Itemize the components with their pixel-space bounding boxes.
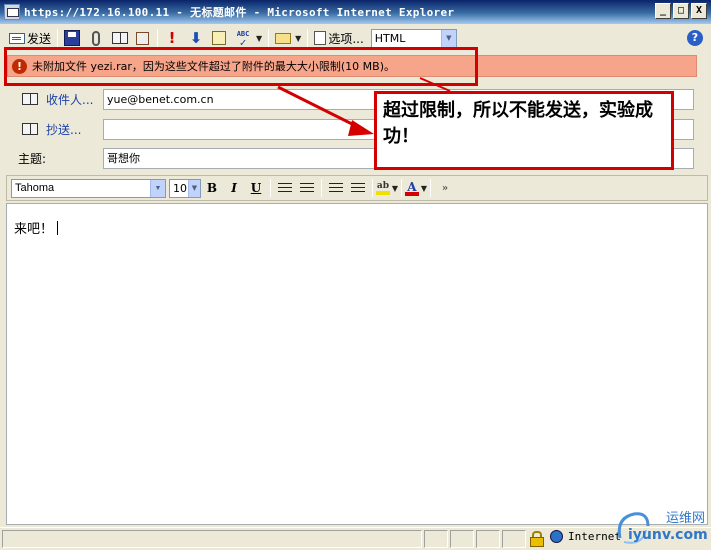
status-cell [502, 530, 526, 548]
format-select-value: HTML [374, 31, 406, 45]
save-button[interactable] [61, 27, 85, 49]
chevron-down-icon: ▼ [150, 179, 165, 197]
address-book-icon [22, 123, 38, 135]
window-controls: _ □ X [655, 3, 707, 19]
bullet-list-button[interactable] [274, 178, 296, 198]
toolbar-separator [268, 29, 270, 47]
cc-label: 抄送... [46, 122, 82, 137]
underline-button[interactable]: U [245, 178, 267, 198]
chevron-down-icon: ▼ [295, 33, 302, 43]
to-label: 收件人... [46, 92, 94, 107]
options-label: 选项... [328, 31, 364, 46]
format-toolbar: Tahoma ▼ 10 ▼ B I U ab ▼ A ▼ » [6, 175, 708, 201]
toolbar-separator [321, 179, 322, 197]
italic-button[interactable]: I [223, 178, 245, 198]
envelope-icon [275, 32, 292, 44]
message-body-editor[interactable]: 来吧！ [6, 203, 708, 525]
font-size-select[interactable]: 10 ▼ [169, 178, 201, 198]
title-bar: https://172.16.100.11 - 无标题邮件 - Microsof… [0, 0, 711, 24]
send-icon [9, 32, 25, 44]
font-color-icon: A [405, 180, 419, 196]
help-button[interactable]: ? [687, 30, 703, 46]
double-chevron-icon: » [441, 182, 449, 194]
increase-indent-button[interactable] [347, 178, 369, 198]
toolbar-separator [401, 179, 402, 197]
message-body-text: 来吧！ [14, 218, 59, 237]
paperclip-icon [92, 30, 101, 46]
watermark-url: iyunv.com [628, 527, 708, 543]
format-select[interactable]: HTML ▼ [370, 28, 457, 48]
close-button[interactable]: X [691, 3, 707, 19]
toolbar-separator [372, 179, 373, 197]
cc-label-button[interactable]: 抄送... [22, 121, 81, 138]
spelling-button[interactable]: ABC ▼ [231, 27, 265, 49]
highlight-button[interactable]: ab ▼ [376, 178, 398, 198]
outdent-icon [329, 182, 343, 194]
toolbar-separator [57, 29, 59, 47]
toolbar-separator [157, 29, 159, 47]
watermark-name: 运维网 [666, 511, 706, 526]
check-names-button[interactable] [133, 27, 154, 49]
chevron-down-icon: ▼ [420, 183, 427, 193]
note-icon [212, 31, 227, 45]
body-text-content: 来吧！ [14, 222, 54, 237]
status-cell [450, 530, 474, 548]
font-family-select[interactable]: Tahoma ▼ [11, 178, 166, 198]
to-label-button[interactable]: 收件人... [22, 91, 93, 108]
warning-highlight-box [4, 47, 478, 86]
toolbar-separator [270, 179, 271, 197]
indent-icon [351, 182, 365, 194]
more-options-button[interactable]: » [434, 178, 456, 198]
numbered-list-icon [300, 182, 314, 194]
address-book-button[interactable] [109, 27, 133, 49]
down-arrow-icon: ⬇ [189, 29, 203, 47]
send-label: 发送 [27, 31, 52, 46]
text-cursor [57, 221, 59, 235]
status-text-cell [2, 530, 422, 548]
globe-icon [550, 530, 563, 543]
font-size-value: 10 [173, 181, 187, 195]
send-button[interactable]: 发送 [6, 27, 54, 49]
chevron-down-icon: ▼ [188, 179, 200, 197]
signature-button[interactable] [209, 27, 231, 49]
spell-check-icon: ABC [234, 30, 252, 46]
status-cell [424, 530, 448, 548]
check-names-icon [136, 31, 150, 45]
subject-label: 主题: [18, 151, 47, 166]
address-book-icon [22, 93, 38, 105]
window-title: https://172.16.100.11 - 无标题邮件 - Microsof… [24, 6, 455, 19]
ie-window-icon [4, 4, 20, 20]
chevron-down-icon: ▼ [391, 183, 398, 193]
low-importance-button[interactable]: ⬇ [185, 27, 209, 49]
lock-icon [530, 531, 544, 547]
message-options-button[interactable]: ▼ [272, 27, 304, 49]
bold-button[interactable]: B [201, 178, 223, 198]
status-cell [476, 530, 500, 548]
font-family-value: Tahoma [15, 182, 55, 194]
minimize-button[interactable]: _ [655, 3, 671, 19]
status-bar: Internet [0, 527, 711, 550]
highlighter-icon: ab [376, 181, 390, 195]
annotation-callout: 超过限制，所以不能发送，实验成功！ [374, 91, 674, 170]
exclamation-icon: ! [168, 29, 176, 47]
bullet-list-icon [278, 182, 292, 194]
chevron-down-icon: ▼ [440, 29, 456, 47]
address-book-icon [112, 32, 129, 44]
toolbar-separator [307, 29, 309, 47]
high-importance-button[interactable]: ! [161, 27, 185, 49]
font-color-button[interactable]: A ▼ [405, 178, 427, 198]
decrease-indent-button[interactable] [325, 178, 347, 198]
attach-button[interactable] [85, 27, 109, 49]
maximize-button[interactable]: □ [673, 3, 689, 19]
save-icon [64, 30, 81, 46]
numbered-list-button[interactable] [296, 178, 318, 198]
options-icon [314, 31, 327, 45]
options-button[interactable]: 选项... [311, 27, 366, 49]
watermark: 运维网 iyunv.com [610, 505, 710, 550]
chevron-down-icon: ▼ [256, 33, 263, 43]
toolbar-separator [430, 179, 431, 197]
